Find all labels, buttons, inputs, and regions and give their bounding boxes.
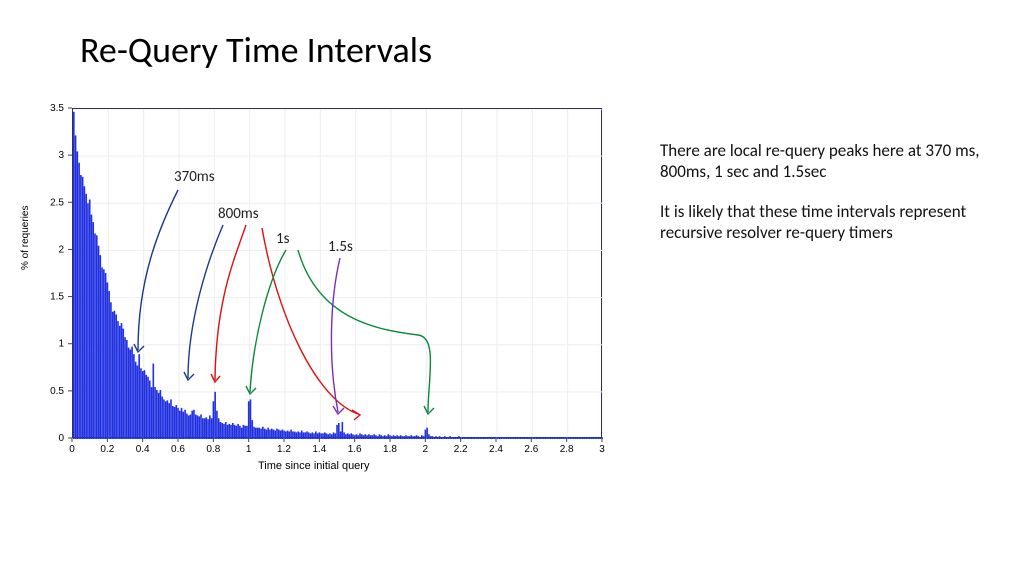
svg-text:1: 1	[58, 339, 64, 350]
page-title: Re-Query Time Intervals	[80, 28, 432, 72]
svg-text:3: 3	[58, 150, 64, 161]
y-axis-label: % of requeries	[20, 206, 31, 270]
svg-text:1.4: 1.4	[312, 444, 326, 455]
svg-text:0.5: 0.5	[50, 386, 64, 397]
annotation-1-5s: 1.5s	[328, 238, 353, 256]
svg-text:1.2: 1.2	[277, 444, 291, 455]
svg-text:2.5: 2.5	[50, 197, 64, 208]
svg-text:1: 1	[246, 444, 252, 455]
svg-text:2: 2	[58, 244, 64, 255]
svg-text:2: 2	[423, 444, 429, 455]
svg-text:2.4: 2.4	[489, 444, 503, 455]
side-paragraph-2: It is likely that these time intervals r…	[660, 201, 990, 244]
side-paragraph-1: There are local re-query peaks here at 3…	[660, 140, 990, 183]
svg-text:1.6: 1.6	[348, 444, 362, 455]
annotation-1s: 1s	[276, 230, 289, 248]
svg-text:3.5: 3.5	[50, 103, 64, 114]
annotation-800ms: 800ms	[218, 205, 259, 223]
svg-text:2.8: 2.8	[560, 444, 574, 455]
x-axis-label: Time since initial query	[258, 460, 369, 472]
svg-text:0.8: 0.8	[206, 444, 220, 455]
svg-text:0: 0	[58, 433, 64, 444]
plot-frame	[72, 108, 602, 438]
svg-text:0.6: 0.6	[171, 444, 185, 455]
svg-text:3: 3	[599, 444, 605, 455]
chart-svg	[73, 109, 603, 439]
svg-text:1.5: 1.5	[50, 292, 64, 303]
svg-text:2.2: 2.2	[454, 444, 468, 455]
svg-text:0: 0	[69, 444, 75, 455]
svg-text:1.8: 1.8	[383, 444, 397, 455]
svg-text:2.6: 2.6	[524, 444, 538, 455]
svg-text:0.2: 0.2	[100, 444, 114, 455]
chart-container: 0 0.5 1 1.5 2 2.5 3 3.5 0 0.2 0.4 0.6 0.8 1 1.2 1.4 1.6 1…	[18, 100, 618, 520]
svg-text:0.4: 0.4	[136, 444, 150, 455]
side-text: There are local re-query peaks here at 3…	[660, 140, 990, 261]
annotation-370ms: 370ms	[174, 168, 215, 186]
